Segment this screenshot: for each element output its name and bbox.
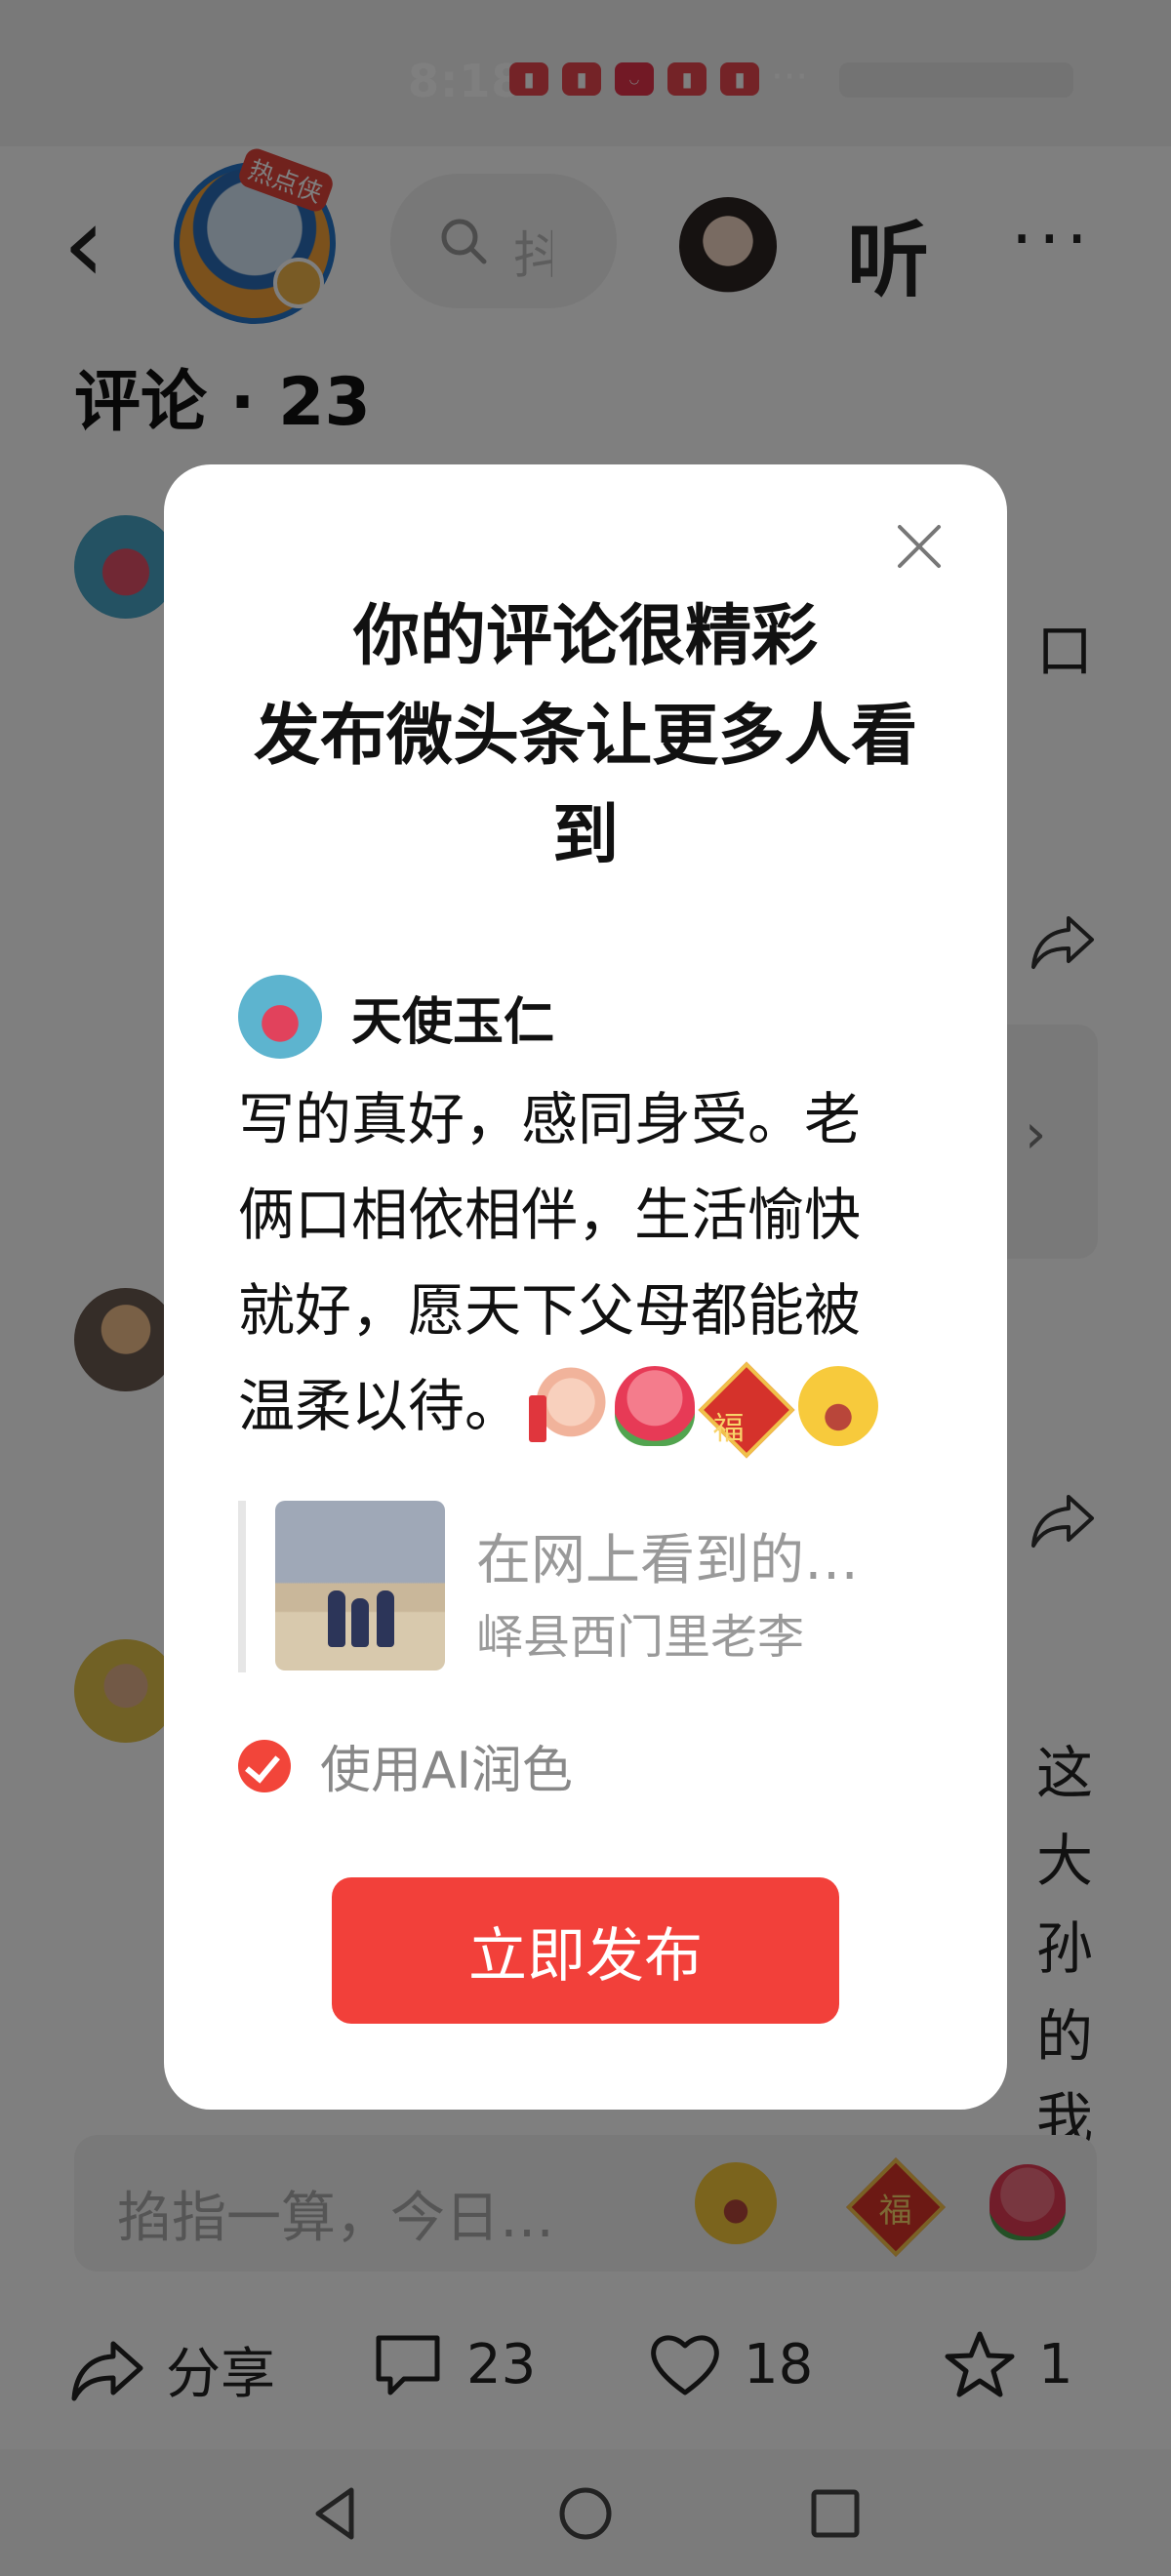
fu-emoji-icon: 福 [698,1361,795,1459]
dialog-title: 你的评论很精彩 发布微头条让更多人看到 [232,587,939,886]
dialog-title-line: 你的评论很精彩 [352,598,818,675]
publish-button[interactable]: 立即发布 [332,1877,839,2024]
comment-author: 天使玉仁 [238,974,554,1060]
rose-emoji-icon [615,1365,696,1446]
laugh-emoji-icon [798,1365,879,1446]
avatar [238,975,322,1059]
comment-body: 写的真好，感同身受。老俩口相依相伴，生活愉快就好，愿天下父母都能被温柔以待。 福 [238,1071,911,1459]
ai-polish-option[interactable]: 使用AI润色 [238,1729,573,1802]
article-author: 峄县西门里老李 [476,1610,805,1665]
article-thumbnail [275,1501,445,1670]
article-title: 在网上看到的… [476,1529,859,1592]
quoted-article[interactable]: 在网上看到的… 峄县西门里老李 [238,1501,929,1672]
author-name: 天使玉仁 [351,992,555,1052]
dialog-title-line: 发布微头条让更多人看到 [253,698,917,874]
close-icon[interactable] [894,521,945,572]
publish-dialog: 你的评论很精彩 发布微头条让更多人看到 天使玉仁 写的真好，感同身受。老俩口相依… [164,464,1007,2110]
check-icon[interactable] [238,1739,291,1792]
comment-emojis: 福 [527,1361,879,1459]
thumbs-up-emoji-icon [527,1365,608,1446]
ai-polish-label: 使用AI润色 [320,1742,573,1800]
